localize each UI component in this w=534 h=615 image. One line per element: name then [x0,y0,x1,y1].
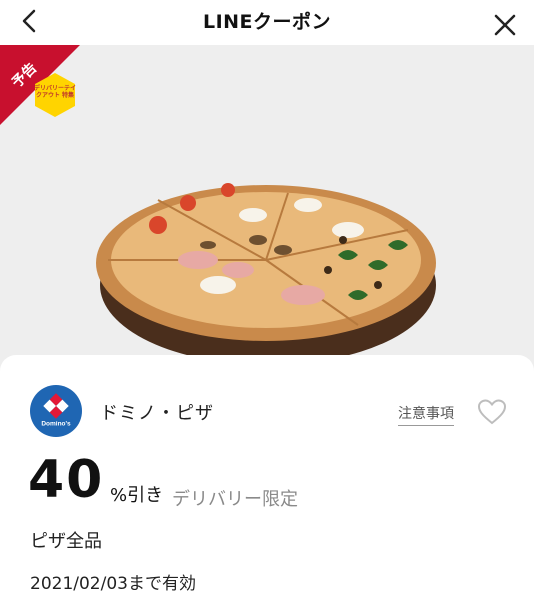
merchant-name: ドミノ・ピザ [100,403,214,424]
notes-link[interactable]: 注意事項 [398,403,454,426]
discount-unit: %引き [110,485,164,506]
close-icon[interactable] [492,12,518,38]
app-header: LINEクーポン [0,0,534,45]
page-title: LINEクーポン [202,11,332,33]
discount-value: 40 [28,450,105,510]
pizza-image [96,183,436,365]
discount-scope: デリバリー限定 [172,489,298,510]
svg-text:Domino's: Domino's [41,421,71,428]
coupon-hero-image: 予告 デリバリーテイクアウト 特集 [0,45,534,365]
coupon-validity: 2021/02/03まで有効 [30,574,196,594]
dominos-logo: Domino's [30,385,82,437]
coupon-card: Domino's ドミノ・ピザ 注意事項 40 %引き デリバリー限定 ピザ全品… [0,355,534,615]
heart-icon[interactable] [478,399,506,425]
feature-badge-label: デリバリーテイクアウト 特集 [33,85,76,99]
coupon-target: ピザ全品 [30,531,102,552]
